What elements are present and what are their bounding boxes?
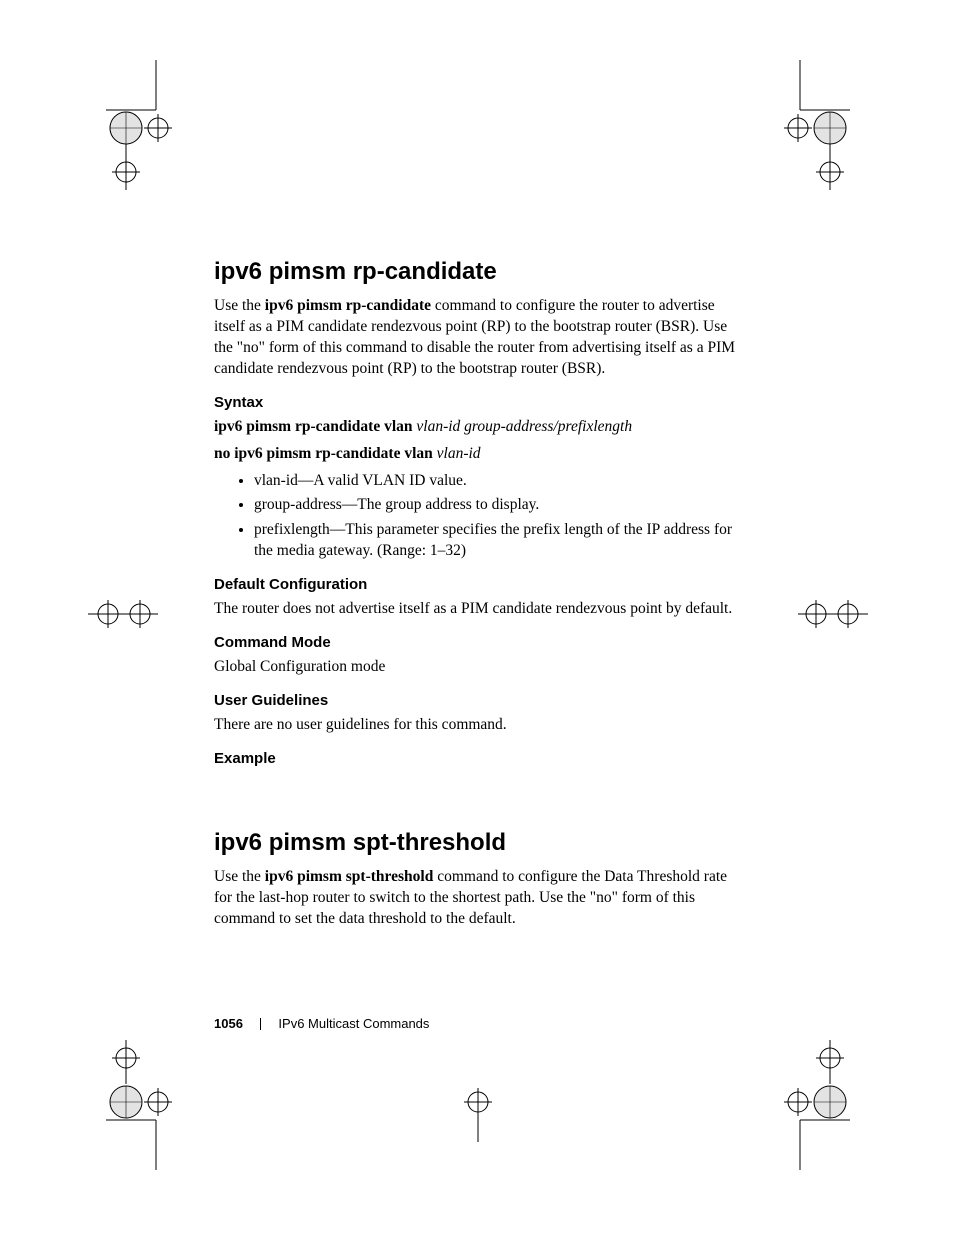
user-guidelines-text: There are no user guidelines for this co… [214,715,740,736]
crop-mark-icon [798,594,868,634]
syntax1-bold: ipv6 pimsm rp-candidate vlan [214,418,416,435]
syntax2-italic: vlan-id [437,445,481,462]
page-content: ipv6 pimsm rp-candidate Use the ipv6 pim… [214,258,740,944]
crop-mark-icon [96,60,186,190]
section-2: ipv6 pimsm spt-threshold Use the ipv6 pi… [214,829,740,930]
syntax-line-2: no ipv6 pimsm rp-candidate vlan vlan-id [214,444,740,465]
default-config-heading: Default Configuration [214,576,740,593]
page-footer: 1056 IPv6 Multicast Commands [214,1016,429,1032]
default-config-text: The router does not advertise itself as … [214,599,740,620]
intro-paragraph-2: Use the ipv6 pimsm spt-threshold command… [214,867,740,930]
crop-mark-icon [770,60,860,190]
list-item: group-address—The group address to displ… [254,495,740,516]
user-guidelines-heading: User Guidelines [214,692,740,709]
command-title-2: ipv6 pimsm spt-threshold [214,829,740,857]
list-item: vlan-id—A valid VLAN ID value. [254,471,740,492]
list-item: prefixlength—This parameter specifies th… [254,520,740,562]
footer-text: IPv6 Multicast Commands [278,1016,429,1031]
crop-mark-icon [96,1040,186,1170]
command-mode-heading: Command Mode [214,634,740,651]
parameter-list: vlan-id—A valid VLAN ID value. group-add… [214,471,740,563]
command-title: ipv6 pimsm rp-candidate [214,258,740,286]
syntax-heading: Syntax [214,394,740,411]
syntax2-bold: no ipv6 pimsm rp-candidate vlan [214,445,437,462]
intro-paragraph: Use the ipv6 pimsm rp-candidate command … [214,296,740,380]
intro-bold: ipv6 pimsm rp-candidate [265,297,431,314]
intro-pre: Use the [214,297,265,314]
page-number: 1056 [214,1016,243,1031]
syntax1-italic: vlan-id group-address/prefixlength [416,418,632,435]
intro2-bold: ipv6 pimsm spt-threshold [265,868,434,885]
intro2-pre: Use the [214,868,265,885]
example-heading: Example [214,750,740,767]
crop-mark-icon [88,594,158,634]
command-mode-text: Global Configuration mode [214,657,740,678]
crop-mark-icon [448,1082,508,1142]
footer-separator [260,1018,261,1030]
syntax-line-1: ipv6 pimsm rp-candidate vlan vlan-id gro… [214,417,740,438]
crop-mark-icon [770,1040,860,1170]
